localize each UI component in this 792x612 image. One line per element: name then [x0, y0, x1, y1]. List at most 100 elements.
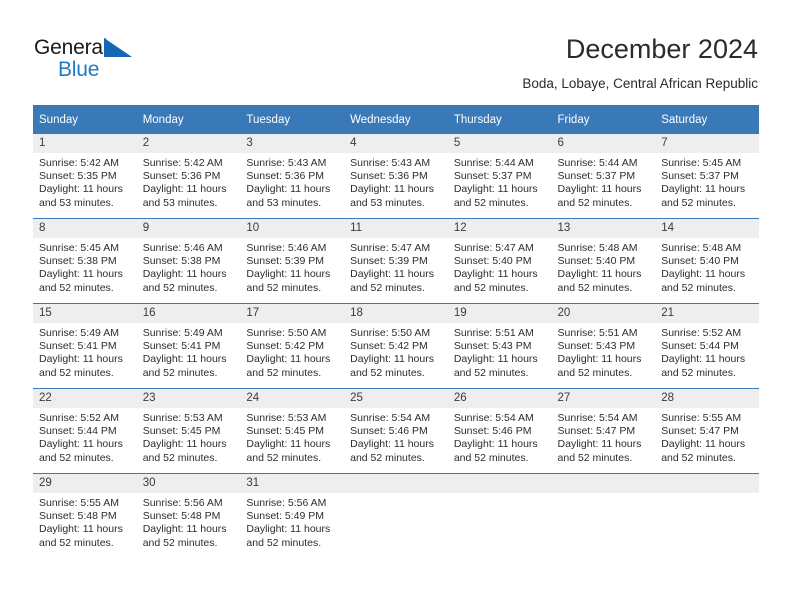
- calendar-day-cell[interactable]: 14 Sunrise: 5:48 AM Sunset: 5:40 PM Dayligh…: [655, 218, 759, 304]
- sunset-text: Sunset: 5:39 PM: [246, 255, 325, 268]
- day-number: 26: [447, 389, 552, 408]
- calendar-day-20[interactable]: 20 Sunrise: 5:51 AM Sunset: 5:43 PM Dayligh…: [551, 304, 656, 388]
- calendar-day-11[interactable]: 11 Sunrise: 5:47 AM Sunset: 5:39 PM Dayligh…: [344, 219, 448, 303]
- calendar-day-cell[interactable]: 12 Sunrise: 5:47 AM Sunset: 5:40 PM Dayligh…: [447, 218, 552, 304]
- calendar-day-29[interactable]: 29 Sunrise: 5:55 AM Sunset: 5:48 PM Dayligh…: [33, 474, 137, 558]
- calendar-day-cell[interactable]: 10 Sunrise: 5:46 AM Sunset: 5:39 PM Dayligh…: [240, 218, 345, 304]
- calendar-day-19[interactable]: 19 Sunrise: 5:51 AM Sunset: 5:43 PM Dayligh…: [447, 304, 552, 388]
- calendar-day-cell[interactable]: 25 Sunrise: 5:54 AM Sunset: 5:46 PM Dayligh…: [344, 388, 448, 474]
- calendar-day-18[interactable]: 18 Sunrise: 5:50 AM Sunset: 5:42 PM Dayligh…: [344, 304, 448, 388]
- calendar-day-cell[interactable]: 22 Sunrise: 5:52 AM Sunset: 5:44 PM Dayligh…: [33, 388, 137, 474]
- calendar-week-row: 29 Sunrise: 5:55 AM Sunset: 5:48 PM Dayligh…: [33, 473, 759, 558]
- day-number: 3: [240, 134, 345, 153]
- calendar-day-cell[interactable]: [551, 473, 656, 558]
- calendar-day-23[interactable]: 23 Sunrise: 5:53 AM Sunset: 5:45 PM Dayligh…: [136, 389, 241, 473]
- general-blue-logo[interactable]: General Blue: [34, 36, 204, 88]
- calendar-day-22[interactable]: 22 Sunrise: 5:52 AM Sunset: 5:44 PM Dayligh…: [33, 389, 137, 473]
- sunset-text: Sunset: 5:47 PM: [557, 425, 636, 438]
- day-details: Sunrise: 5:51 AM Sunset: 5:43 PM Daylight:…: [448, 323, 552, 380]
- calendar-day-15[interactable]: 15 Sunrise: 5:49 AM Sunset: 5:41 PM Dayligh…: [33, 304, 137, 388]
- calendar-day-3[interactable]: 3 Sunrise: 5:43 AM Sunset: 5:36 PM Daylight…: [240, 134, 345, 218]
- calendar-day-6[interactable]: 6 Sunrise: 5:44 AM Sunset: 5:37 PM Daylight…: [551, 134, 656, 218]
- calendar-day-16[interactable]: 16 Sunrise: 5:49 AM Sunset: 5:41 PM Dayligh…: [136, 304, 241, 388]
- calendar-day-17[interactable]: 17 Sunrise: 5:50 AM Sunset: 5:42 PM Dayligh…: [240, 304, 345, 388]
- calendar-day-cell[interactable]: 6 Sunrise: 5:44 AM Sunset: 5:37 PM Daylight…: [551, 134, 656, 219]
- calendar-day-2[interactable]: 2 Sunrise: 5:42 AM Sunset: 5:36 PM Daylight…: [136, 134, 241, 218]
- calendar-day-cell[interactable]: 16 Sunrise: 5:49 AM Sunset: 5:41 PM Dayligh…: [136, 303, 241, 389]
- day-details: Sunrise: 5:43 AM Sunset: 5:36 PM Daylight:…: [240, 153, 344, 210]
- calendar-day-8[interactable]: 8 Sunrise: 5:45 AM Sunset: 5:38 PM Daylight…: [33, 219, 137, 303]
- calendar-day-cell[interactable]: 26 Sunrise: 5:54 AM Sunset: 5:46 PM Dayligh…: [447, 388, 552, 474]
- sunrise-text: Sunrise: 5:46 AM: [142, 242, 223, 254]
- daylight-text-line2: and 52 minutes.: [661, 451, 736, 464]
- calendar-day-cell[interactable]: 29 Sunrise: 5:55 AM Sunset: 5:48 PM Dayligh…: [33, 473, 137, 558]
- sunset-text: Sunset: 5:46 PM: [350, 425, 428, 438]
- calendar-day-cell[interactable]: 23 Sunrise: 5:53 AM Sunset: 5:45 PM Dayligh…: [136, 388, 241, 474]
- calendar-day-cell[interactable]: 20 Sunrise: 5:51 AM Sunset: 5:43 PM Dayligh…: [551, 303, 656, 389]
- calendar-day-cell[interactable]: 13 Sunrise: 5:48 AM Sunset: 5:40 PM Dayligh…: [551, 218, 656, 304]
- calendar-day-10[interactable]: 10 Sunrise: 5:46 AM Sunset: 5:39 PM Dayligh…: [240, 219, 345, 303]
- calendar-day-31[interactable]: 31 Sunrise: 5:56 AM Sunset: 5:49 PM Dayligh…: [240, 474, 345, 558]
- calendar-day-cell[interactable]: 7 Sunrise: 5:45 AM Sunset: 5:37 PM Daylight…: [655, 134, 759, 219]
- calendar-day-cell[interactable]: [447, 473, 552, 558]
- calendar-day-26[interactable]: 26 Sunrise: 5:54 AM Sunset: 5:46 PM Dayligh…: [447, 389, 552, 473]
- calendar-day-cell[interactable]: [655, 473, 759, 558]
- sunset-text: Sunset: 5:48 PM: [142, 510, 221, 523]
- calendar-day-24[interactable]: 24 Sunrise: 5:53 AM Sunset: 5:45 PM Dayligh…: [240, 389, 345, 473]
- calendar-day-cell[interactable]: 17 Sunrise: 5:50 AM Sunset: 5:42 PM Dayligh…: [240, 303, 345, 389]
- calendar-day-9[interactable]: 9 Sunrise: 5:46 AM Sunset: 5:38 PM Daylight…: [136, 219, 241, 303]
- calendar-day-cell[interactable]: 31 Sunrise: 5:56 AM Sunset: 5:49 PM Dayligh…: [240, 473, 345, 558]
- calendar-day-30[interactable]: 30 Sunrise: 5:56 AM Sunset: 5:48 PM Dayligh…: [136, 474, 241, 558]
- calendar-day-14[interactable]: 14 Sunrise: 5:48 AM Sunset: 5:40 PM Dayligh…: [655, 219, 759, 303]
- calendar-day-28[interactable]: 28 Sunrise: 5:55 AM Sunset: 5:47 PM Dayligh…: [655, 389, 759, 473]
- calendar-day-cell[interactable]: 19 Sunrise: 5:51 AM Sunset: 5:43 PM Dayligh…: [447, 303, 552, 389]
- day-details: Sunrise: 5:42 AM Sunset: 5:36 PM Daylight:…: [137, 153, 241, 210]
- calendar-day-4[interactable]: 4 Sunrise: 5:43 AM Sunset: 5:36 PM Daylight…: [344, 134, 448, 218]
- calendar-day-25[interactable]: 25 Sunrise: 5:54 AM Sunset: 5:46 PM Dayligh…: [344, 389, 448, 473]
- calendar-day-cell[interactable]: 9 Sunrise: 5:46 AM Sunset: 5:38 PM Daylight…: [136, 218, 241, 304]
- calendar-day-cell[interactable]: 2 Sunrise: 5:42 AM Sunset: 5:36 PM Daylight…: [136, 134, 241, 219]
- sunset-text: Sunset: 5:41 PM: [142, 340, 221, 353]
- calendar-day-cell[interactable]: 18 Sunrise: 5:50 AM Sunset: 5:42 PM Dayligh…: [344, 303, 448, 389]
- sunset-text: Sunset: 5:38 PM: [142, 255, 221, 268]
- day-details: Sunrise: 5:47 AM Sunset: 5:39 PM Daylight:…: [344, 238, 448, 295]
- calendar-day-cell[interactable]: 8 Sunrise: 5:45 AM Sunset: 5:38 PM Daylight…: [33, 218, 137, 304]
- calendar-day-13[interactable]: 13 Sunrise: 5:48 AM Sunset: 5:40 PM Dayligh…: [551, 219, 656, 303]
- calendar-day-cell[interactable]: [344, 473, 448, 558]
- calendar-day-cell[interactable]: 30 Sunrise: 5:56 AM Sunset: 5:48 PM Dayligh…: [136, 473, 241, 558]
- calendar-day-5[interactable]: 5 Sunrise: 5:44 AM Sunset: 5:37 PM Daylight…: [447, 134, 552, 218]
- daylight-text-line1: Daylight: 11 hours: [557, 268, 642, 281]
- sunset-text: Sunset: 5:49 PM: [246, 510, 325, 523]
- sunrise-text: Sunrise: 5:55 AM: [661, 412, 742, 424]
- calendar-day-cell[interactable]: 27 Sunrise: 5:54 AM Sunset: 5:47 PM Dayligh…: [551, 388, 656, 474]
- day-number: 2: [136, 134, 241, 153]
- calendar-day-cell[interactable]: 21 Sunrise: 5:52 AM Sunset: 5:44 PM Dayligh…: [655, 303, 759, 389]
- day-number: 7: [655, 134, 759, 153]
- calendar-day-cell[interactable]: 11 Sunrise: 5:47 AM Sunset: 5:39 PM Dayligh…: [344, 218, 448, 304]
- weekday-header-thursday: Thursday: [447, 105, 552, 134]
- calendar-day-cell[interactable]: 5 Sunrise: 5:44 AM Sunset: 5:37 PM Daylight…: [447, 134, 552, 219]
- calendar-day-1[interactable]: 1 Sunrise: 5:42 AM Sunset: 5:35 PM Daylight…: [33, 134, 137, 218]
- calendar-day-cell[interactable]: 3 Sunrise: 5:43 AM Sunset: 5:36 PM Daylight…: [240, 134, 345, 219]
- daylight-text-line1: Daylight: 11 hours: [453, 353, 538, 366]
- day-number: 10: [240, 219, 345, 238]
- daylight-text-line1: Daylight: 11 hours: [661, 183, 746, 196]
- calendar-day-12[interactable]: 12 Sunrise: 5:47 AM Sunset: 5:40 PM Dayligh…: [447, 219, 552, 303]
- daylight-text-line2: and 52 minutes.: [142, 536, 218, 549]
- calendar-day-7[interactable]: 7 Sunrise: 5:45 AM Sunset: 5:37 PM Daylight…: [655, 134, 759, 218]
- calendar-day-cell[interactable]: 28 Sunrise: 5:55 AM Sunset: 5:47 PM Dayligh…: [655, 388, 759, 474]
- calendar-day-cell[interactable]: 4 Sunrise: 5:43 AM Sunset: 5:36 PM Daylight…: [344, 134, 448, 219]
- day-details: Sunrise: 5:42 AM Sunset: 5:35 PM Daylight:…: [33, 153, 137, 210]
- calendar-day-21[interactable]: 21 Sunrise: 5:52 AM Sunset: 5:44 PM Dayligh…: [655, 304, 759, 388]
- daylight-text-line2: and 52 minutes.: [39, 366, 114, 379]
- daylight-text-line1: Daylight: 11 hours: [246, 268, 331, 281]
- calendar-day-cell[interactable]: 15 Sunrise: 5:49 AM Sunset: 5:41 PM Dayligh…: [33, 303, 137, 389]
- sunrise-text: Sunrise: 5:53 AM: [142, 412, 223, 424]
- calendar-day-cell[interactable]: 24 Sunrise: 5:53 AM Sunset: 5:45 PM Dayligh…: [240, 388, 345, 474]
- daylight-text-line1: Daylight: 11 hours: [39, 268, 123, 281]
- calendar-day-27[interactable]: 27 Sunrise: 5:54 AM Sunset: 5:47 PM Dayligh…: [551, 389, 656, 473]
- day-number: 8: [33, 219, 137, 238]
- daylight-text-line2: and 52 minutes.: [557, 366, 633, 379]
- sunrise-text: Sunrise: 5:56 AM: [142, 497, 223, 509]
- calendar-day-cell[interactable]: 1 Sunrise: 5:42 AM Sunset: 5:35 PM Daylight…: [33, 134, 137, 219]
